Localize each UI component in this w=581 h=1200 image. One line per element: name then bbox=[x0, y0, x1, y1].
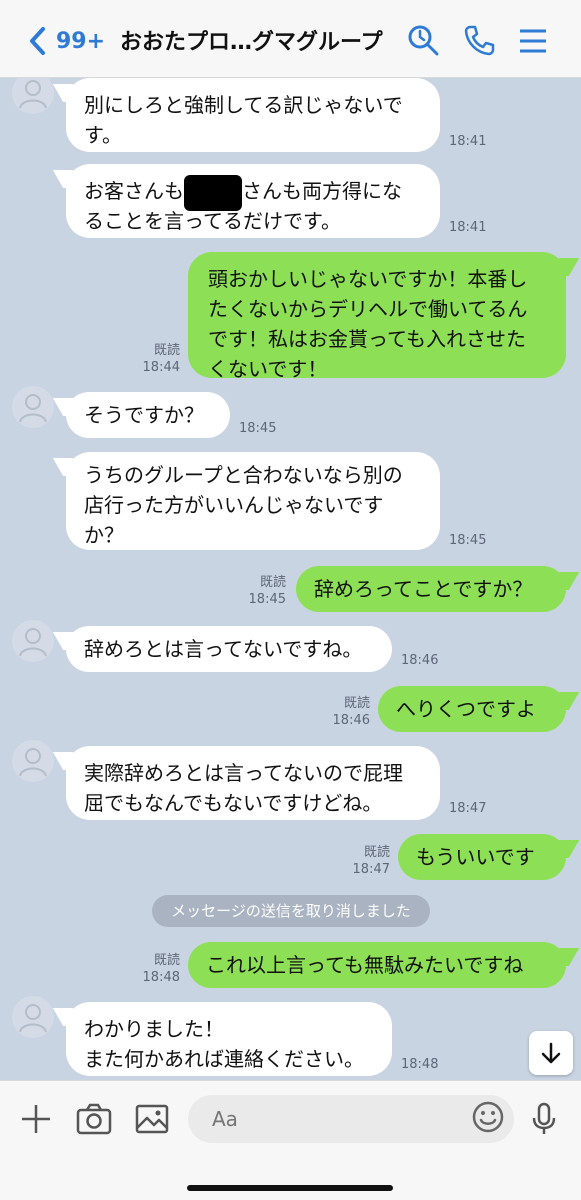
default-avatar-icon bbox=[19, 394, 47, 423]
microphone-icon bbox=[532, 1102, 556, 1134]
message-line: か？ bbox=[84, 523, 124, 547]
message-meta: 既読 18:46 bbox=[322, 695, 370, 729]
camera-button[interactable] bbox=[74, 1099, 114, 1139]
message-text-part: さんも両方得にな bbox=[242, 179, 402, 203]
read-receipt: 既読 bbox=[363, 845, 390, 860]
message-text-part: お客さんも bbox=[84, 179, 184, 203]
message-bubble-outgoing[interactable]: もういいです bbox=[398, 834, 566, 880]
message-bubble-outgoing[interactable]: これ以上言っても無駄みたいですね bbox=[188, 942, 566, 988]
message-time: 18:45 bbox=[248, 592, 286, 607]
menu-icon bbox=[520, 29, 546, 53]
arrow-down-icon bbox=[541, 1042, 561, 1064]
message-time: 18:46 bbox=[401, 653, 439, 668]
message-line: お客さんも さんも両方得にな bbox=[84, 174, 422, 211]
message-bubble-incoming[interactable]: お客さんも さんも両方得にな ることを言ってるだけです。 bbox=[66, 164, 440, 238]
message-line: わかりました！ bbox=[84, 1017, 224, 1041]
message-line: す。 bbox=[84, 123, 122, 147]
message-time: 18:41 bbox=[449, 134, 487, 149]
message-line: 頭おかしいじゃないですか！本番し bbox=[208, 267, 528, 291]
message-line: 別にしろと強制してる訳じゃないで bbox=[84, 93, 403, 117]
message-input[interactable] bbox=[188, 1095, 514, 1143]
chat-title: おおたプロ…グマグループ bbox=[120, 30, 383, 55]
add-button[interactable] bbox=[16, 1099, 56, 1139]
message-time: 18:47 bbox=[449, 801, 487, 816]
message-line: もういいです bbox=[416, 845, 535, 869]
default-avatar-icon bbox=[19, 80, 47, 109]
message-time: 18:47 bbox=[352, 862, 390, 877]
message-bubble-outgoing[interactable]: 頭おかしいじゃないですか！本番し たくないからデリヘルで働いてるん です！私はお… bbox=[188, 252, 566, 381]
message-line: そうですか？ bbox=[84, 403, 204, 427]
read-receipt: 既読 bbox=[153, 953, 180, 968]
message-line: たくないからデリヘルで働いてるん bbox=[208, 297, 528, 321]
message-bubble-incoming[interactable]: 別にしろと強制してる訳じゃないで す。 bbox=[66, 78, 440, 152]
message-line: へりくつですよ bbox=[396, 697, 536, 721]
message-bubble-incoming[interactable]: そうですか？ bbox=[66, 392, 230, 438]
avatar[interactable] bbox=[12, 740, 54, 782]
system-message: メッセージの送信を取り消しました bbox=[152, 895, 430, 927]
menu-button[interactable] bbox=[515, 22, 551, 58]
image-icon bbox=[135, 1104, 169, 1134]
chat-header: 99+ おおたプロ…グマグループ bbox=[0, 0, 581, 78]
message-bubble-incoming[interactable]: 辞めろとは言ってないですね。 bbox=[66, 626, 392, 672]
message-line: 辞めろとは言ってないですね。 bbox=[84, 637, 363, 661]
message-line: また何かあれば連絡ください。 bbox=[84, 1047, 364, 1071]
message-line: 実際辞めろとは言ってないので屁理 bbox=[84, 761, 403, 785]
message-time: 18:45 bbox=[239, 421, 277, 436]
message-bubble-incoming[interactable]: わかりました！ また何かあれば連絡ください。 bbox=[66, 1002, 392, 1076]
message-time: 18:48 bbox=[401, 1057, 439, 1072]
search-icon bbox=[408, 25, 439, 56]
message-bubble-outgoing[interactable]: 辞めろってことですか？ bbox=[296, 566, 566, 612]
message-meta: 既読 18:45 bbox=[238, 574, 286, 608]
default-avatar-icon bbox=[19, 628, 47, 657]
search-button[interactable] bbox=[405, 22, 441, 58]
message-line: 辞めろってことですか？ bbox=[314, 577, 533, 601]
emoji-icon bbox=[472, 1101, 504, 1133]
message-line: ることを言ってるだけです。 bbox=[84, 209, 341, 233]
message-line: 店行った方がいいんじゃないです bbox=[84, 493, 384, 517]
back-chevron-icon bbox=[30, 27, 45, 55]
avatar[interactable] bbox=[12, 386, 54, 428]
default-avatar-icon bbox=[19, 1004, 47, 1033]
default-avatar-icon bbox=[19, 748, 47, 777]
message-bubble-incoming[interactable]: 実際辞めろとは言ってないので屁理 屈でもなんでもないですけどね。 bbox=[66, 746, 440, 820]
voice-button[interactable] bbox=[524, 1099, 564, 1139]
message-time: 18:45 bbox=[449, 533, 487, 548]
phone-icon bbox=[464, 25, 495, 56]
message-line: うちのグループと合わないなら別の bbox=[84, 463, 403, 487]
message-time: 18:46 bbox=[332, 713, 370, 728]
message-input-bar bbox=[0, 1080, 581, 1200]
read-receipt: 既読 bbox=[153, 343, 180, 358]
plus-icon bbox=[22, 1105, 50, 1133]
read-receipt: 既読 bbox=[259, 575, 286, 590]
message-line: です！私はお金貰っても入れさせた bbox=[208, 327, 526, 351]
chat-area[interactable]: 別にしろと強制してる訳じゃないで す。 18:41 お客さんも さんも両方得にな … bbox=[0, 78, 581, 1080]
message-meta: 既読 18:44 bbox=[132, 342, 180, 376]
home-indicator bbox=[187, 1185, 393, 1191]
message-meta: 既読 18:47 bbox=[342, 844, 390, 878]
message-line: 屈でもなんでもないですけどね。 bbox=[84, 791, 383, 815]
read-receipt: 既読 bbox=[343, 696, 370, 711]
message-line: くないです！ bbox=[208, 357, 328, 381]
camera-icon bbox=[76, 1103, 112, 1135]
image-button[interactable] bbox=[132, 1099, 172, 1139]
message-line: これ以上言っても無駄みたいですね bbox=[206, 953, 524, 977]
avatar[interactable] bbox=[12, 996, 54, 1038]
message-time: 18:41 bbox=[449, 220, 487, 235]
call-button[interactable] bbox=[461, 22, 497, 58]
back-button[interactable]: 99+ bbox=[28, 22, 128, 60]
avatar[interactable] bbox=[12, 620, 54, 662]
unread-count: 99+ bbox=[56, 28, 106, 54]
message-meta: 既読 18:48 bbox=[132, 952, 180, 986]
message-bubble-incoming[interactable]: うちのグループと合わないなら別の 店行った方がいいんじゃないです か？ bbox=[66, 452, 440, 550]
message-bubble-outgoing[interactable]: へりくつですよ bbox=[378, 686, 566, 732]
message-time: 18:48 bbox=[142, 970, 180, 985]
avatar[interactable] bbox=[12, 78, 54, 114]
emoji-button[interactable] bbox=[470, 1099, 506, 1135]
scroll-to-bottom-button[interactable] bbox=[529, 1031, 573, 1075]
message-time: 18:44 bbox=[142, 360, 180, 375]
